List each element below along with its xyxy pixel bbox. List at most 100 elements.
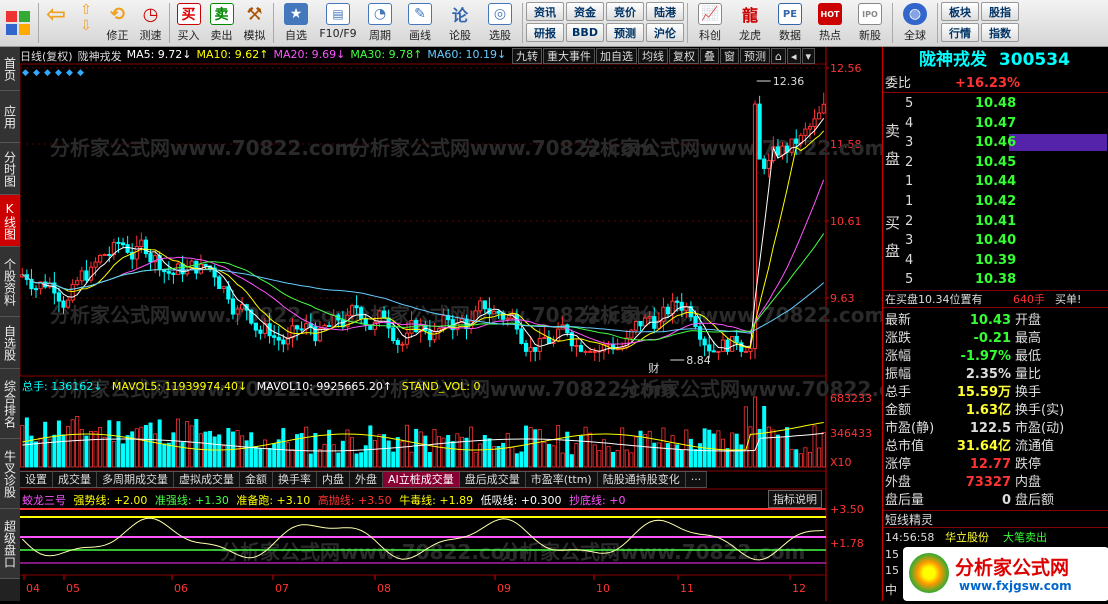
short-sprite-row[interactable]: 14:56:58 华立股份 大笔卖出 (883, 529, 1108, 547)
volume-bar (189, 425, 194, 468)
watchlist-button[interactable]: ★ 自选 (276, 0, 316, 45)
tab-diagnosis[interactable]: 牛叉诊股 (0, 439, 20, 509)
stock-index-button[interactable]: 股指 (981, 2, 1019, 21)
shanghai-london-button[interactable]: 沪伦 (646, 23, 684, 42)
indicator-tab[interactable]: 多周期成交量 (97, 472, 174, 487)
volume-bar (789, 448, 794, 468)
candle-body (720, 339, 726, 352)
candle-body (496, 310, 501, 314)
ma-button[interactable]: 均线 (638, 48, 668, 64)
down-arrow-icon[interactable]: ⇩ (80, 18, 92, 34)
sector-button[interactable]: 板块 (941, 2, 979, 21)
indicator-tab[interactable]: 虚拟成交量 (174, 472, 240, 487)
candle-body (65, 299, 71, 308)
volume-bar (52, 434, 57, 468)
buy-button[interactable]: 买买入 (172, 0, 205, 45)
volume-bar (350, 437, 355, 468)
star-market-button[interactable]: 📈 科创 (690, 0, 730, 45)
index-button[interactable]: 指数 (981, 23, 1019, 42)
adjust-button[interactable]: 复权 (669, 48, 699, 64)
discuss-button[interactable]: 论论股 (440, 0, 480, 45)
tab-apps[interactable]: 应用 (0, 91, 20, 143)
ma30-label: MA30: 9.78↑ (350, 48, 423, 61)
dropdown-icon[interactable]: ▾ (801, 48, 816, 64)
volume-bar (455, 433, 460, 468)
indicator-tab[interactable]: 盘后成交量 (460, 472, 526, 487)
auction-button[interactable]: 竞价 (606, 2, 644, 21)
volume-bar (175, 418, 180, 468)
overlay-button[interactable]: 叠 (700, 48, 719, 64)
correct-button[interactable]: ⟲ 修正 (101, 0, 134, 45)
tab-ranking[interactable]: 综合排名 (0, 369, 20, 439)
nine-turn-button[interactable]: 九转 (512, 48, 542, 64)
volume-bar (569, 454, 574, 468)
volume-bar (684, 429, 689, 468)
f10-icon: ▤ (326, 3, 350, 25)
simulate-button[interactable]: ⚒ 模拟 (238, 0, 271, 45)
lock-icon[interactable]: ⌂ (771, 48, 786, 64)
indicator-tab[interactable]: 外盘 (350, 472, 383, 487)
major-events-button[interactable]: 重大事件 (543, 48, 595, 64)
data-button[interactable]: PE 数据 (770, 0, 810, 45)
tab-intraday[interactable]: 分时图 (0, 143, 20, 195)
hk-connect-button[interactable]: 陆港 (646, 2, 684, 21)
tab-kline[interactable]: K线图 (0, 195, 20, 247)
speed-test-button[interactable]: ◷ 测速 (134, 0, 167, 45)
volume-bar (409, 451, 414, 468)
candle-body (404, 332, 410, 345)
indicator-tab[interactable]: ··· (686, 472, 708, 487)
volume-bar (478, 443, 483, 468)
kline-chart-svg[interactable]: 12.5611.5810.619.63分析家公式网www.70822.com分析… (19, 47, 925, 601)
app-logo-icon[interactable] (0, 0, 36, 45)
period-label[interactable]: 日线(复权) (20, 48, 73, 64)
tab-stock-profile[interactable]: 个股资料 (0, 247, 20, 317)
indicator-tab[interactable]: 换手率 (273, 472, 317, 487)
prev-icon[interactable]: ◂ (786, 48, 801, 64)
indicator-tab[interactable]: 内盘 (317, 472, 350, 487)
market-button[interactable]: 行情 (941, 23, 979, 42)
select-stock-button[interactable]: ◎ 选股 (480, 0, 520, 45)
dragon-tiger-button[interactable]: 龍龙虎 (730, 0, 770, 45)
indicator-name: 蛟龙三号 (22, 494, 66, 507)
volume-bar (272, 443, 277, 468)
research-button[interactable]: 研报 (526, 23, 564, 42)
period-button[interactable]: ◔ 周期 (360, 0, 400, 45)
news-button[interactable]: 资讯 (526, 2, 564, 21)
indicator-tab[interactable]: 金额 (240, 472, 273, 487)
global-button[interactable]: ◍ 全球 (895, 0, 935, 45)
high-price-label: 12.36 (773, 75, 805, 88)
up-arrow-icon[interactable]: ⇧ (80, 2, 92, 18)
volume-bar (533, 429, 538, 468)
month-tick-label: 08 (377, 582, 391, 595)
stock-name-label: 陇神戎发 (77, 50, 122, 63)
indicator-tab[interactable]: 市盈率(ttm) (526, 472, 598, 487)
volume-bar (171, 432, 176, 468)
tab-watchlist[interactable]: 自选股 (0, 317, 20, 369)
volume-bar (166, 442, 171, 468)
draw-button[interactable]: ✎ 画线 (400, 0, 440, 45)
indicator-tab[interactable]: 成交量 (53, 472, 97, 487)
tab-home[interactable]: 首页 (0, 47, 20, 91)
hot-button[interactable]: HOT 热点 (810, 0, 850, 45)
tab-super-panel[interactable]: 超级盘口 (0, 509, 20, 579)
forecast-button[interactable]: 预测 (606, 23, 644, 42)
chart-area[interactable]: 12.56 11.58 10.61 9.63 分析家公式网www.70822.com 分析… (19, 47, 925, 601)
add-watch-button[interactable]: 加自选 (596, 48, 637, 64)
indicator-tab[interactable]: 设置 (20, 472, 53, 487)
predict-button[interactable]: 预测 (740, 48, 770, 64)
candle-body (317, 328, 323, 342)
indicator-tab[interactable]: 陆股通持股变化 (598, 472, 686, 487)
sell-level-row: 1 10.44 (905, 174, 1017, 189)
volume-bar (43, 421, 48, 468)
short-sprite-title[interactable]: 短线精灵 (883, 510, 1108, 528)
bbd-button[interactable]: BBD (566, 23, 604, 42)
window-button[interactable]: 窗 (720, 48, 739, 64)
indicator-tab[interactable]: AI立桩成交量 (383, 472, 460, 487)
back-button[interactable]: ⇦ (41, 0, 71, 45)
sell-button[interactable]: 卖卖出 (205, 0, 238, 45)
fund-button[interactable]: 资金 (566, 2, 604, 21)
indicator-help-button[interactable]: 指标说明 (768, 490, 822, 508)
f10-button[interactable]: ▤ F10/F9 (316, 0, 360, 45)
ipo-button[interactable]: IPO 新股 (850, 0, 890, 45)
candle-body (533, 346, 538, 352)
